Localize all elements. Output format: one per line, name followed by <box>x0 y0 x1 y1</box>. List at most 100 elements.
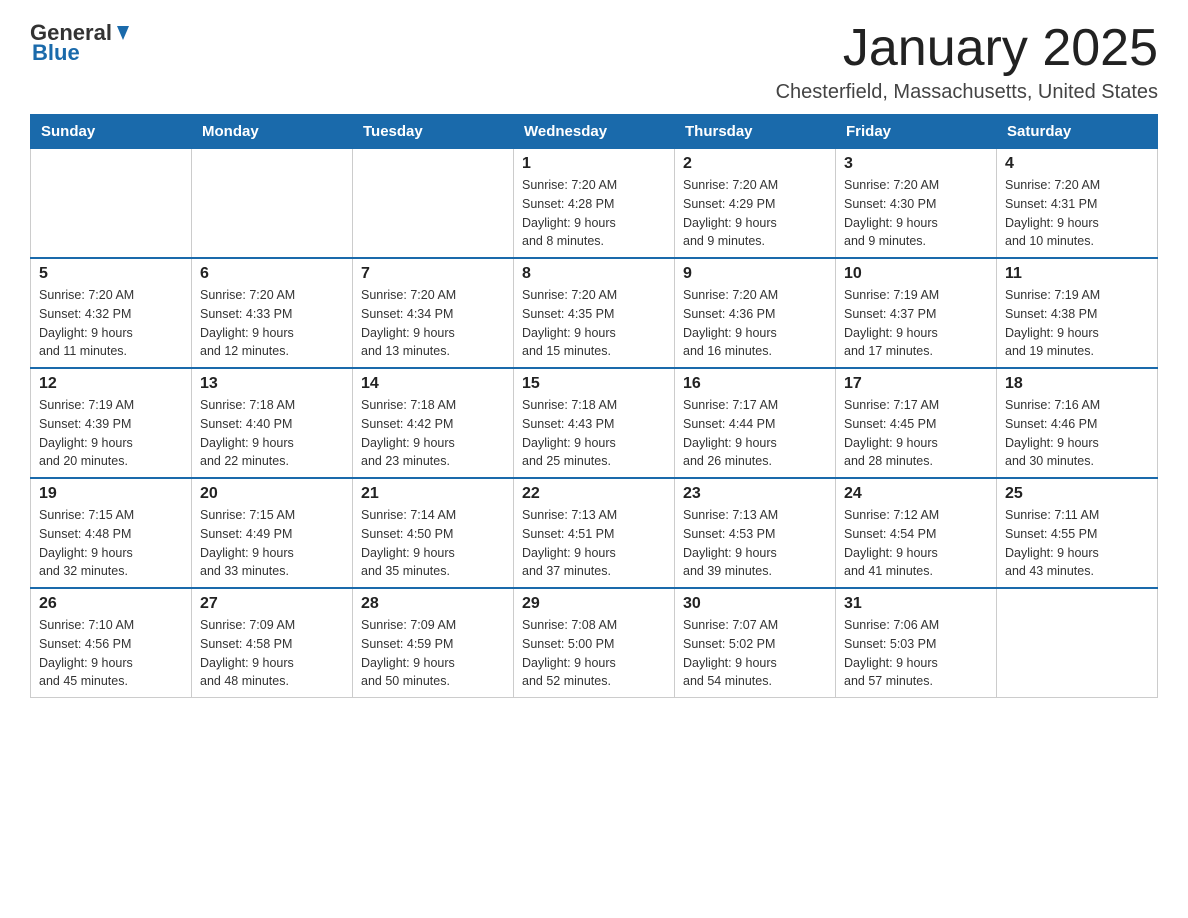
calendar-day-26: 26 Sunrise: 7:10 AMSunset: 4:56 PMDayligh… <box>31 588 192 698</box>
day-number: 25 <box>1005 485 1149 503</box>
calendar-day-10: 10Sunrise: 7:19 AMSunset: 4:37 PMDayligh… <box>836 258 997 368</box>
day-number: 14 <box>361 375 505 393</box>
calendar-day-12: 12 Sunrise: 7:19 AMSunset: 4:39 PMDayligh… <box>31 368 192 478</box>
calendar-day-4: 4 Sunrise: 7:20 AMSunset: 4:31 PMDaylight… <box>997 149 1158 259</box>
calendar-week-row: 12 Sunrise: 7:19 AMSunset: 4:39 PMDayligh… <box>31 368 1158 478</box>
day-number: 11 <box>1005 265 1149 283</box>
day-number: 15 <box>522 375 666 393</box>
day-number: 12 <box>39 375 183 393</box>
calendar-day-29: 29Sunrise: 7:08 AMSunset: 5:00 PMDayligh… <box>514 588 675 698</box>
day-info: Sunrise: 7:20 AMSunset: 4:34 PMDaylight:… <box>361 286 505 361</box>
calendar-day-19: 19 Sunrise: 7:15 AMSunset: 4:48 PMDayligh… <box>31 478 192 588</box>
page-header: General Blue January 2025 Chesterfield, … <box>30 20 1158 104</box>
day-number: 29 <box>522 595 666 613</box>
day-number: 10 <box>844 265 988 283</box>
day-info: Sunrise: 7:09 AMSunset: 4:59 PMDaylight:… <box>361 616 505 691</box>
weekday-header-tuesday: Tuesday <box>353 115 514 149</box>
calendar-day-22: 22Sunrise: 7:13 AMSunset: 4:51 PMDayligh… <box>514 478 675 588</box>
day-info: Sunrise: 7:07 AMSunset: 5:02 PMDaylight:… <box>683 616 827 691</box>
day-info: Sunrise: 7:20 AMSunset: 4:28 PMDaylight:… <box>522 176 666 251</box>
calendar-day-20: 20 Sunrise: 7:15 AMSunset: 4:49 PMDayligh… <box>192 478 353 588</box>
day-number: 4 <box>1005 155 1149 173</box>
location-subtitle: Chesterfield, Massachusetts, United Stat… <box>776 81 1158 104</box>
calendar-day-5: 5 Sunrise: 7:20 AMSunset: 4:32 PMDaylight… <box>31 258 192 368</box>
day-info: Sunrise: 7:20 AMSunset: 4:29 PMDaylight:… <box>683 176 827 251</box>
calendar-day-14: 14Sunrise: 7:18 AMSunset: 4:42 PMDayligh… <box>353 368 514 478</box>
day-number: 27 <box>200 595 344 613</box>
month-title: January 2025 <box>776 20 1158 77</box>
day-info: Sunrise: 7:19 AMSunset: 4:38 PMDaylight:… <box>1005 286 1149 361</box>
day-info: Sunrise: 7:17 AMSunset: 4:45 PMDaylight:… <box>844 396 988 471</box>
calendar-empty-cell <box>31 149 192 259</box>
day-number: 28 <box>361 595 505 613</box>
weekday-header-saturday: Saturday <box>997 115 1158 149</box>
day-info: Sunrise: 7:20 AMSunset: 4:35 PMDaylight:… <box>522 286 666 361</box>
day-number: 18 <box>1005 375 1149 393</box>
day-number: 2 <box>683 155 827 173</box>
calendar-week-row: 19 Sunrise: 7:15 AMSunset: 4:48 PMDayligh… <box>31 478 1158 588</box>
day-number: 13 <box>200 375 344 393</box>
calendar-day-18: 18 Sunrise: 7:16 AMSunset: 4:46 PMDayligh… <box>997 368 1158 478</box>
day-number: 19 <box>39 485 183 503</box>
day-number: 8 <box>522 265 666 283</box>
day-info: Sunrise: 7:15 AMSunset: 4:49 PMDaylight:… <box>200 506 344 581</box>
logo: General Blue <box>30 20 134 66</box>
weekday-header-monday: Monday <box>192 115 353 149</box>
calendar-day-24: 24 Sunrise: 7:12 AMSunset: 4:54 PMDayligh… <box>836 478 997 588</box>
day-info: Sunrise: 7:13 AMSunset: 4:53 PMDaylight:… <box>683 506 827 581</box>
calendar-day-30: 30Sunrise: 7:07 AMSunset: 5:02 PMDayligh… <box>675 588 836 698</box>
calendar-day-13: 13 Sunrise: 7:18 AMSunset: 4:40 PMDayligh… <box>192 368 353 478</box>
calendar-day-3: 3 Sunrise: 7:20 AMSunset: 4:30 PMDaylight… <box>836 149 997 259</box>
day-info: Sunrise: 7:13 AMSunset: 4:51 PMDaylight:… <box>522 506 666 581</box>
day-number: 9 <box>683 265 827 283</box>
calendar-day-28: 28 Sunrise: 7:09 AMSunset: 4:59 PMDayligh… <box>353 588 514 698</box>
calendar-day-1: 1 Sunrise: 7:20 AMSunset: 4:28 PMDaylight… <box>514 149 675 259</box>
day-number: 1 <box>522 155 666 173</box>
calendar-day-9: 9 Sunrise: 7:20 AMSunset: 4:36 PMDaylight… <box>675 258 836 368</box>
day-info: Sunrise: 7:14 AMSunset: 4:50 PMDaylight:… <box>361 506 505 581</box>
weekday-header-friday: Friday <box>836 115 997 149</box>
logo-blue-text: Blue <box>32 40 80 66</box>
day-info: Sunrise: 7:20 AMSunset: 4:31 PMDaylight:… <box>1005 176 1149 251</box>
day-info: Sunrise: 7:18 AMSunset: 4:43 PMDaylight:… <box>522 396 666 471</box>
calendar-day-31: 31 Sunrise: 7:06 AMSunset: 5:03 PMDayligh… <box>836 588 997 698</box>
weekday-header-sunday: Sunday <box>31 115 192 149</box>
day-number: 16 <box>683 375 827 393</box>
calendar-day-25: 25 Sunrise: 7:11 AMSunset: 4:55 PMDayligh… <box>997 478 1158 588</box>
day-number: 31 <box>844 595 988 613</box>
day-number: 26 <box>39 595 183 613</box>
calendar-day-23: 23Sunrise: 7:13 AMSunset: 4:53 PMDayligh… <box>675 478 836 588</box>
day-info: Sunrise: 7:18 AMSunset: 4:40 PMDaylight:… <box>200 396 344 471</box>
day-info: Sunrise: 7:12 AMSunset: 4:54 PMDaylight:… <box>844 506 988 581</box>
day-info: Sunrise: 7:16 AMSunset: 4:46 PMDaylight:… <box>1005 396 1149 471</box>
day-info: Sunrise: 7:19 AMSunset: 4:39 PMDaylight:… <box>39 396 183 471</box>
day-info: Sunrise: 7:10 AMSunset: 4:56 PMDaylight:… <box>39 616 183 691</box>
day-info: Sunrise: 7:11 AMSunset: 4:55 PMDaylight:… <box>1005 506 1149 581</box>
day-number: 24 <box>844 485 988 503</box>
calendar-week-row: 26 Sunrise: 7:10 AMSunset: 4:56 PMDayligh… <box>31 588 1158 698</box>
weekday-header-row: SundayMondayTuesdayWednesdayThursdayFrid… <box>31 115 1158 149</box>
day-info: Sunrise: 7:06 AMSunset: 5:03 PMDaylight:… <box>844 616 988 691</box>
calendar-day-8: 8 Sunrise: 7:20 AMSunset: 4:35 PMDaylight… <box>514 258 675 368</box>
logo-triangle-icon <box>112 22 134 44</box>
day-info: Sunrise: 7:15 AMSunset: 4:48 PMDaylight:… <box>39 506 183 581</box>
calendar-day-16: 16 Sunrise: 7:17 AMSunset: 4:44 PMDayligh… <box>675 368 836 478</box>
day-number: 5 <box>39 265 183 283</box>
day-info: Sunrise: 7:20 AMSunset: 4:32 PMDaylight:… <box>39 286 183 361</box>
day-number: 3 <box>844 155 988 173</box>
day-info: Sunrise: 7:09 AMSunset: 4:58 PMDaylight:… <box>200 616 344 691</box>
day-number: 7 <box>361 265 505 283</box>
weekday-header-thursday: Thursday <box>675 115 836 149</box>
day-info: Sunrise: 7:20 AMSunset: 4:30 PMDaylight:… <box>844 176 988 251</box>
day-info: Sunrise: 7:20 AMSunset: 4:36 PMDaylight:… <box>683 286 827 361</box>
day-info: Sunrise: 7:17 AMSunset: 4:44 PMDaylight:… <box>683 396 827 471</box>
day-info: Sunrise: 7:20 AMSunset: 4:33 PMDaylight:… <box>200 286 344 361</box>
calendar-table: SundayMondayTuesdayWednesdayThursdayFrid… <box>30 114 1158 698</box>
calendar-empty-cell <box>192 149 353 259</box>
day-number: 20 <box>200 485 344 503</box>
calendar-day-15: 15 Sunrise: 7:18 AMSunset: 4:43 PMDayligh… <box>514 368 675 478</box>
calendar-day-7: 7 Sunrise: 7:20 AMSunset: 4:34 PMDaylight… <box>353 258 514 368</box>
calendar-week-row: 1 Sunrise: 7:20 AMSunset: 4:28 PMDaylight… <box>31 149 1158 259</box>
day-number: 17 <box>844 375 988 393</box>
calendar-day-21: 21Sunrise: 7:14 AMSunset: 4:50 PMDayligh… <box>353 478 514 588</box>
